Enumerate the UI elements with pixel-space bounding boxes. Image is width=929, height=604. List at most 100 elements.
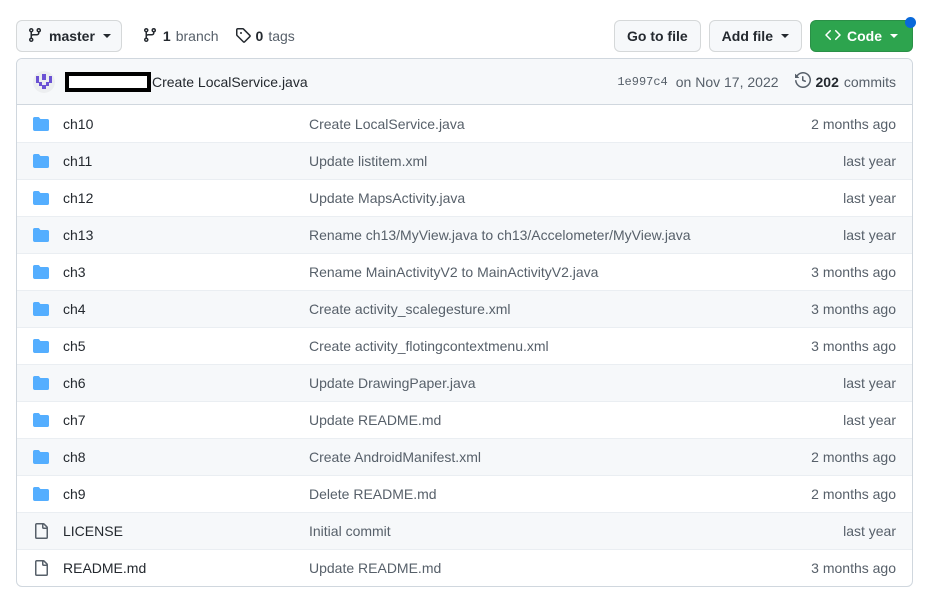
repository-page: master 1 branch 0 tags Go to file Add fi… [0,0,929,587]
chevron-down-icon [890,34,898,38]
branch-count: 1 [162,28,171,44]
row-commit-message[interactable]: Update DrawingPaper.java [309,375,843,391]
row-commit-message[interactable]: Rename ch13/MyView.java to ch13/Accelome… [309,227,843,243]
row-name-link[interactable]: LICENSE [63,523,309,539]
add-file-label: Add file [721,28,773,44]
row-name-link[interactable]: ch9 [63,486,309,502]
row-commit-age: 3 months ago [811,338,896,354]
row-commit-age: 3 months ago [811,301,896,317]
folder-icon [33,153,49,169]
tag-count: 0 [255,28,264,44]
row-name-link[interactable]: ch4 [63,301,309,317]
table-row[interactable]: ch8 Create AndroidManifest.xml 2 months ag… [17,438,912,475]
history-clock-icon [794,71,811,91]
row-commit-age: 2 months ago [811,115,896,132]
row-commit-message[interactable]: Update MapsActivity.java [309,190,843,206]
row-name-link[interactable]: ch7 [63,412,309,428]
folder-icon [33,338,49,354]
branches-link[interactable]: 1 branch [142,27,219,46]
row-name-link[interactable]: ch12 [63,190,309,206]
table-row[interactable]: ch9 Delete README.md 2 months ago [17,475,912,512]
file-rows: ch10 Create LocalService.java 2 months ago… [17,105,912,586]
folder-icon [33,449,49,465]
branch-selector-button[interactable]: master [16,20,122,52]
table-row[interactable]: README.md Update README.md 3 months ago [17,549,912,586]
chevron-down-icon [781,34,789,38]
row-commit-message[interactable]: Create activity_flotingcontextmenu.xml [309,338,811,354]
folder-icon [33,227,49,243]
folder-icon [33,486,49,502]
table-row[interactable]: ch4 Create activity_scalegesture.xml 3 mon… [17,290,912,327]
commit-count: 202 [815,73,839,90]
git-branch-icon [27,27,43,46]
folder-icon [33,301,49,317]
table-row[interactable]: ch13 Rename ch13/MyView.java to ch13/Acce… [17,216,912,253]
branch-count-label: branch [175,28,219,44]
table-row[interactable]: ch7 Update README.md last year [17,401,912,438]
row-commit-age: 2 months ago [811,486,896,502]
row-commit-age: last year [843,190,896,206]
table-row[interactable]: ch10 Create LocalService.java 2 months ago [17,105,912,142]
folder-icon [33,264,49,280]
row-commit-age: last year [843,375,896,391]
git-branch-icon [142,27,158,46]
row-commit-message[interactable]: Update README.md [309,560,811,576]
table-row[interactable]: ch3 Rename MainActivityV2 to MainActivity… [17,253,912,290]
row-name-link[interactable]: ch10 [63,116,309,132]
latest-commit-header: Create LocalService.java 1e997c4 on Nov … [17,59,912,105]
repo-toolbar: master 1 branch 0 tags Go to file Add fi… [16,0,916,58]
code-button[interactable]: Code [810,17,916,52]
table-row[interactable]: LICENSE Initial commit last year [17,512,912,549]
row-name-link[interactable]: ch11 [63,153,309,169]
row-name-link[interactable]: README.md [63,560,309,576]
row-name-link[interactable]: ch3 [63,264,309,280]
row-commit-message[interactable]: Create LocalService.java [309,116,811,132]
go-to-file-label: Go to file [626,28,688,44]
row-commit-message[interactable]: Update README.md [309,412,843,428]
table-row[interactable]: ch12 Update MapsActivity.java last year [17,179,912,216]
branch-name-label: master [49,28,95,44]
row-name-link[interactable]: ch5 [63,338,309,354]
file-icon [33,523,49,539]
tag-count-label: tags [268,28,295,44]
repo-meta-group: 1 branch 0 tags [142,27,295,46]
row-commit-age: 3 months ago [811,264,896,280]
row-commit-message[interactable]: Delete README.md [309,486,811,502]
folder-icon [33,412,49,428]
tags-link[interactable]: 0 tags [235,27,295,46]
tag-icon [235,27,251,46]
go-to-file-button[interactable]: Go to file [613,20,701,52]
row-commit-message[interactable]: Update listitem.xml [309,153,843,169]
author-name-redacted [65,71,151,92]
latest-commit-message[interactable]: Create LocalService.java [152,74,308,90]
chevron-down-icon [102,34,111,38]
row-commit-message[interactable]: Initial commit [309,523,843,539]
commit-sha[interactable]: 1e997c4 [617,75,667,89]
commits-count-link[interactable]: 202 commits [794,71,896,91]
row-commit-message[interactable]: Rename MainActivityV2 to MainActivityV2.… [309,264,811,280]
row-commit-age: last year [843,412,896,428]
avatar [33,70,55,93]
commits-label: commits [843,73,896,90]
add-file-button[interactable]: Add file [708,20,802,52]
row-commit-age: 2 months ago [811,449,896,465]
table-row[interactable]: ch5 Create activity_flotingcontextmenu.xm… [17,327,912,364]
latest-commit-meta: 1e997c4 on Nov 17, 2022 202 commits [617,71,896,91]
row-name-link[interactable]: ch13 [63,227,309,243]
file-icon [33,560,49,576]
code-brackets-icon [825,27,841,46]
row-name-link[interactable]: ch8 [63,449,309,465]
row-name-link[interactable]: ch6 [63,375,309,391]
row-commit-age: last year [843,153,896,169]
folder-icon [33,116,49,132]
folder-icon [33,375,49,391]
table-row[interactable]: ch11 Update listitem.xml last year [17,142,912,179]
commit-date: on Nov 17, 2022 [675,73,779,90]
code-button-label: Code [847,28,882,44]
row-commit-message[interactable]: Create AndroidManifest.xml [309,449,811,465]
folder-icon [33,190,49,206]
toolbar-actions: Go to file Add file Code [613,17,916,52]
row-commit-age: 3 months ago [811,560,896,576]
row-commit-message[interactable]: Create activity_scalegesture.xml [309,301,811,317]
table-row[interactable]: ch6 Update DrawingPaper.java last year [17,364,912,401]
